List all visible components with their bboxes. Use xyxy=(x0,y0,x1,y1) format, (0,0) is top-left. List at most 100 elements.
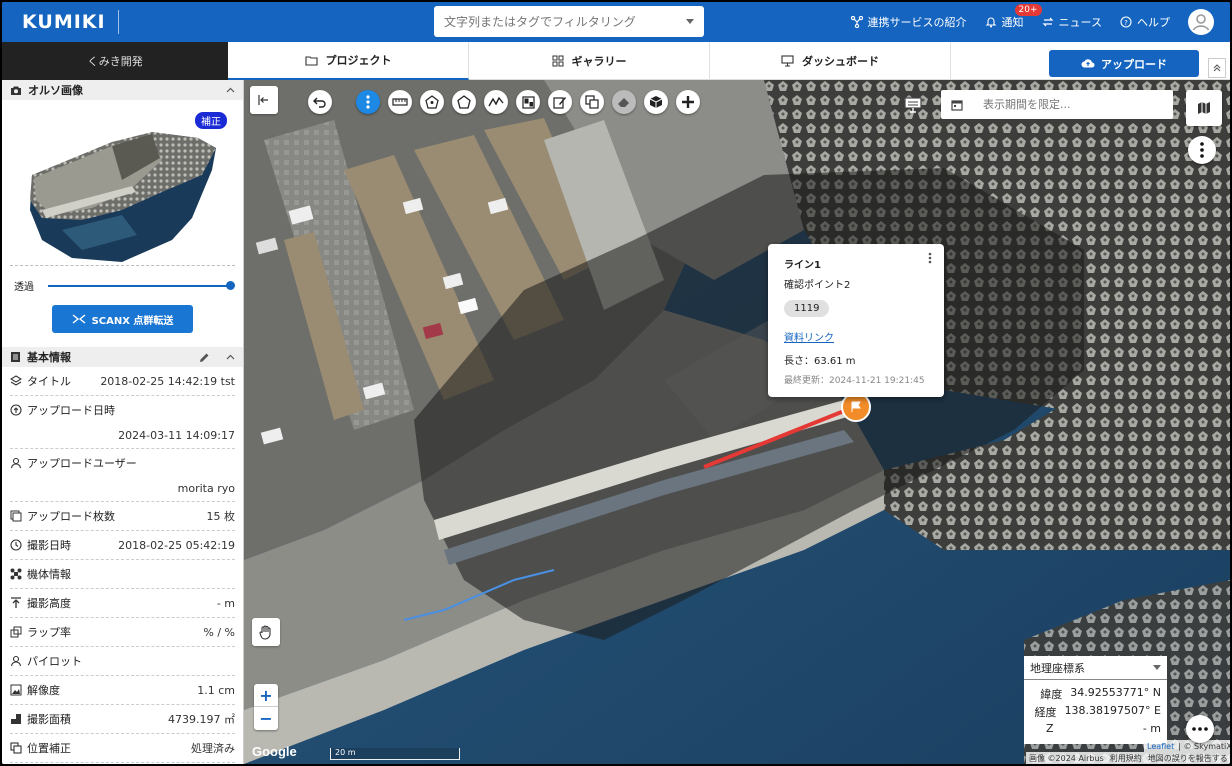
help-button[interactable]: ? ヘルプ xyxy=(1120,14,1170,30)
popup-chip[interactable]: 1119 xyxy=(784,300,830,317)
layers-icon xyxy=(10,375,22,387)
map-layers-button[interactable] xyxy=(1186,90,1222,126)
info-row-altitude: 撮影高度 - m xyxy=(10,589,235,618)
report-error-link[interactable]: 地図の誤りを報告する xyxy=(1148,753,1228,764)
copy-icon xyxy=(585,95,599,109)
map-view[interactable]: ライン1 確認ポイント2 1119 資料リンク 長さ：63.61 m 最終更新：… xyxy=(244,80,1230,764)
popup-menu-icon[interactable] xyxy=(928,252,932,267)
info-label: 撮影日時 xyxy=(27,539,71,552)
user-avatar[interactable] xyxy=(1188,9,1214,35)
coordinate-system-select[interactable]: 地理座標系 xyxy=(1024,656,1167,680)
info-row-position-correction: 位置補正 処理済み xyxy=(10,734,235,763)
info-row-capture-date: 撮影日時 2018-02-25 05:42:19 xyxy=(10,531,235,560)
info-label: タイトル xyxy=(27,375,71,388)
chevron-up-icon[interactable] xyxy=(226,354,235,360)
opacity-slider-handle[interactable] xyxy=(226,280,235,290)
services-label: 連携サービスの紹介 xyxy=(867,16,967,29)
popup-updated: 最終更新：2024-11-21 19:21:45 xyxy=(784,376,925,386)
tab-dashboard[interactable]: ダッシュボード xyxy=(710,42,951,80)
scanx-transfer-button[interactable]: SCANX 点群転送 xyxy=(52,305,193,333)
person-icon xyxy=(10,457,22,469)
help-icon: ? xyxy=(1120,16,1132,28)
presentation-button[interactable] xyxy=(900,92,926,118)
pencil-icon[interactable] xyxy=(199,352,210,363)
info-value: 15 枚 xyxy=(206,510,236,523)
app-logo[interactable]: KUMIKI xyxy=(22,10,119,34)
chevron-up-icon[interactable] xyxy=(226,87,235,93)
undo-tool[interactable] xyxy=(308,90,332,114)
3d-tool[interactable] xyxy=(644,90,668,114)
polygon-point-tool[interactable] xyxy=(420,90,444,114)
info-row-title: タイトル 2018-02-25 14:42:19 tst xyxy=(10,367,235,396)
measure-tool[interactable] xyxy=(388,90,412,114)
collapse-sidebar-button[interactable] xyxy=(250,86,278,114)
skymatix-credit: | © SkymatiX xyxy=(1178,741,1230,751)
upload-button[interactable]: アップロード xyxy=(1049,50,1199,77)
share-icon xyxy=(850,16,863,28)
altitude-icon xyxy=(10,597,22,609)
vertical-dots-icon xyxy=(366,95,370,109)
pentagon-icon xyxy=(457,95,471,109)
tab-projects[interactable]: プロジェクト xyxy=(228,42,469,80)
leaflet-attribution: Leaflet | © SkymatiX xyxy=(1144,740,1230,752)
add-tool[interactable] xyxy=(676,90,700,114)
layout-tool[interactable] xyxy=(516,90,540,114)
tab-gallery[interactable]: ギャラリー xyxy=(469,42,710,80)
info-section-header[interactable]: 基本情報 xyxy=(2,347,243,367)
leaflet-link[interactable]: Leaflet xyxy=(1147,742,1174,751)
top-actions: 連携サービスの紹介 通知 20+ ニュース ? ヘルプ xyxy=(850,2,1214,42)
news-button[interactable]: ニュース xyxy=(1042,14,1102,30)
info-row-upload-user: アップロードユーザー morita ryo xyxy=(10,449,235,502)
info-label: 解像度 xyxy=(27,684,60,697)
popup-subtitle: 確認ポイント2 xyxy=(784,280,851,291)
opacity-slider[interactable] xyxy=(48,280,235,290)
scale-bar: 20 m xyxy=(330,748,460,760)
images-icon xyxy=(10,510,22,522)
top-bar: KUMIKI 連携サービスの紹介 通知 20+ ニュース ? ヘルプ xyxy=(2,2,1230,42)
info-value: 処理済み xyxy=(191,742,235,755)
compare-tool[interactable] xyxy=(580,90,604,114)
map-attribution: 画像 ©2024 Airbus 利用規約 地図の誤りを報告する xyxy=(1026,752,1230,764)
search-input[interactable] xyxy=(444,14,686,29)
line-tool[interactable] xyxy=(484,90,508,114)
services-link[interactable]: 連携サービスの紹介 xyxy=(850,14,967,30)
z-label: Z xyxy=(1046,722,1054,735)
svg-text:?: ? xyxy=(1124,19,1128,27)
imagery-credit: 画像 ©2024 Airbus xyxy=(1029,753,1104,763)
annotate-tool[interactable] xyxy=(548,90,572,114)
more-tools-active[interactable] xyxy=(356,90,380,114)
plus-icon xyxy=(682,96,694,108)
terms-link[interactable]: 利用規約 xyxy=(1110,753,1142,764)
ortho-thumbnail[interactable]: 補正 xyxy=(2,100,243,265)
zoom-out-button[interactable]: − xyxy=(254,707,278,730)
pan-tool-button[interactable] xyxy=(252,618,280,646)
user-icon xyxy=(1192,14,1210,31)
swap-icon xyxy=(1042,17,1053,27)
info-value: 2024-03-11 14:09:17 xyxy=(118,429,235,442)
date-range-filter[interactable] xyxy=(941,90,1173,119)
map-more-button[interactable] xyxy=(1186,715,1214,743)
search-filter[interactable] xyxy=(434,6,704,37)
scanx-label: SCANX 点群転送 xyxy=(91,315,174,327)
polygon-tool[interactable] xyxy=(452,90,476,114)
notifications-button[interactable]: 通知 20+ xyxy=(985,4,1042,30)
info-row-resolution: 解像度 1.1 cm xyxy=(10,676,235,705)
chevron-down-icon[interactable] xyxy=(686,19,694,24)
ortho-section-header[interactable]: オルソ画像 xyxy=(2,80,243,100)
person-icon xyxy=(10,655,22,667)
popup-document-link[interactable]: 資料リンク xyxy=(784,329,928,344)
map-menu-button[interactable] xyxy=(1188,136,1216,164)
info-label: 機体情報 xyxy=(27,568,71,581)
cloud-upload-icon xyxy=(1081,59,1095,68)
eraser-tool[interactable] xyxy=(612,90,636,114)
coordinate-system-value: 地理座標系 xyxy=(1030,661,1085,675)
breadcrumb[interactable]: くみき開発 xyxy=(2,42,228,80)
info-value: 2018-02-25 14:42:19 tst xyxy=(100,374,235,388)
collapse-left-icon xyxy=(258,95,268,105)
grid-icon xyxy=(552,55,563,67)
collapse-header-button[interactable] xyxy=(1208,58,1226,78)
zoom-in-button[interactable]: + xyxy=(254,684,278,707)
z-row: Z - m xyxy=(1024,720,1167,735)
main-nav: くみき開発 プロジェクト ギャラリー ダッシュボード アップロード xyxy=(2,42,1230,80)
date-range-input[interactable] xyxy=(983,98,1133,111)
